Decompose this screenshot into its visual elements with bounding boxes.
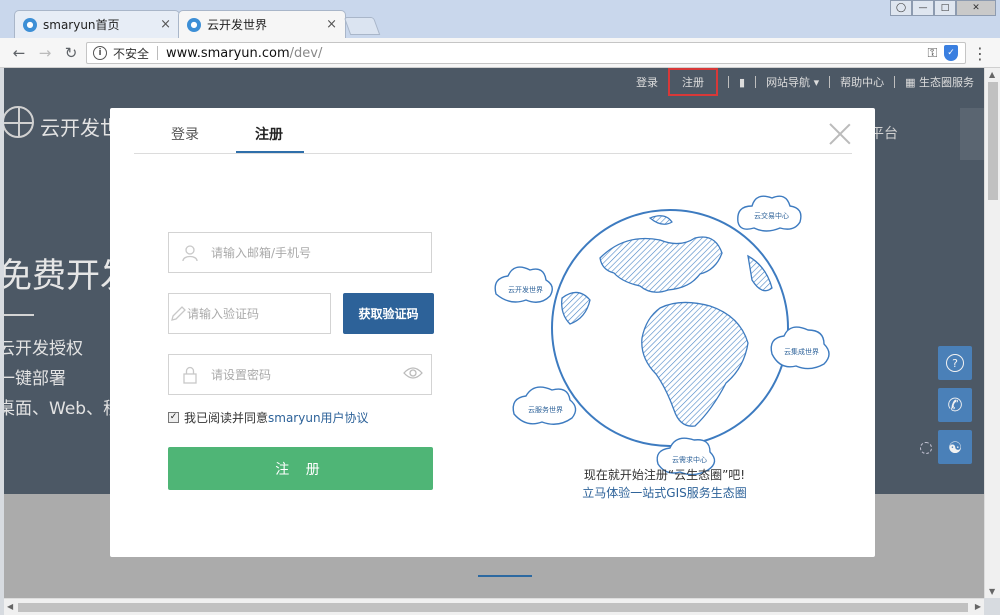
globe-label: 云开发世界	[508, 285, 543, 294]
vertical-scrollbar[interactable]: ▲ ▼	[984, 68, 1000, 598]
tab-register[interactable]: 注册	[255, 124, 283, 144]
agreement-link[interactable]: smaryun用户协议	[268, 409, 369, 426]
scroll-left-icon[interactable]: ◀	[7, 602, 13, 611]
address-bar[interactable]: i 不安全 www.smaryun.com/dev/ ⚿ ☆	[86, 42, 966, 64]
globe-favicon-icon: ●	[187, 17, 201, 32]
tab-smaryun-home[interactable]: ● smaryun首页 ×	[14, 10, 180, 38]
minimize-icon[interactable]: —	[912, 0, 934, 16]
forward-arrow-icon[interactable]: →	[36, 44, 54, 62]
close-tab-icon[interactable]: ×	[326, 17, 337, 32]
pencil-icon	[169, 305, 187, 323]
scroll-up-icon[interactable]: ▲	[989, 70, 995, 79]
get-code-button[interactable]: 获取验证码	[343, 293, 434, 334]
tab-login[interactable]: 登录	[171, 124, 199, 144]
info-icon[interactable]: i	[93, 46, 107, 60]
tab-label: smaryun首页	[43, 18, 120, 32]
browser-menu-icon[interactable]: ⋮	[972, 44, 988, 63]
url-host: www.smaryun.com	[166, 45, 290, 61]
browser-toolbar: ← → ↻ i 不安全 www.smaryun.com/dev/ ⚿ ☆ ✓ ⋮	[0, 38, 1000, 68]
tab-dev-world[interactable]: ● 云开发世界 ×	[178, 10, 346, 38]
page-viewport: 登录 注册 ▮ 网站导航 ▾ 帮助中心 ▦ 生态圈服务 云开发世 平台 免费开发…	[4, 68, 984, 598]
password-field	[168, 354, 432, 395]
password-input[interactable]	[211, 356, 395, 393]
back-arrow-icon[interactable]: ←	[10, 44, 28, 62]
agreement-checkbox[interactable]: ✓	[168, 412, 179, 423]
close-icon[interactable]	[828, 122, 852, 146]
active-tab-indicator	[236, 151, 304, 153]
key-icon[interactable]: ⚿	[927, 46, 937, 61]
globe-label: 云集成世界	[784, 347, 819, 356]
restore-icon[interactable]: □	[934, 0, 956, 16]
reload-icon[interactable]: ↻	[62, 44, 80, 62]
close-tab-icon[interactable]: ×	[160, 17, 171, 32]
code-field	[168, 293, 337, 334]
new-tab-button[interactable]	[343, 17, 381, 35]
eye-icon[interactable]	[395, 365, 431, 384]
globe-label: 云交易中心	[754, 211, 789, 220]
vertical-scroll-thumb[interactable]	[988, 82, 998, 200]
lock-icon	[169, 366, 211, 384]
globe-label: 云需求中心	[672, 455, 707, 464]
register-modal: 登录 注册 获取验证码 ✓	[110, 108, 875, 557]
globe-label: 云服务世界	[528, 405, 563, 414]
shield-extension-icon[interactable]: ✓	[944, 45, 958, 61]
scroll-down-icon[interactable]: ▼	[989, 587, 995, 596]
horizontal-scroll-thumb[interactable]	[18, 603, 968, 612]
horizontal-scrollbar[interactable]: ◀ ▶	[4, 598, 984, 615]
promo-link[interactable]: 立马体验一站式GIS服务生态圈	[492, 484, 837, 501]
email-input[interactable]	[211, 234, 431, 271]
globe-illustration: 云交易中心 云开发世界 云集成世界 云服务世界 云需求中心	[490, 178, 835, 488]
tab-label: 云开发世界	[207, 18, 268, 32]
address-separator	[157, 46, 159, 60]
close-window-icon[interactable]: ✕	[956, 0, 996, 16]
user-icon	[169, 244, 211, 262]
code-input[interactable]	[187, 295, 337, 332]
scroll-right-icon[interactable]: ▶	[975, 602, 981, 611]
url-path: /dev/	[289, 45, 323, 61]
user-icon[interactable]: ◯	[890, 0, 912, 16]
agreement-text: 我已阅读并同意	[184, 411, 269, 425]
window-controls: ◯ — □ ✕	[890, 0, 996, 16]
security-label: 不安全	[113, 46, 150, 61]
tabs-divider	[134, 153, 852, 154]
register-submit-button[interactable]: 注 册	[168, 447, 433, 490]
tab-strip: ● smaryun首页 × ● 云开发世界 × ◯ — □ ✕	[0, 0, 1000, 38]
agreement-row: ✓ 我已阅读并同意 smaryun用户协议	[168, 409, 369, 426]
globe-favicon-icon: ●	[23, 17, 37, 32]
promo-text: 现在就开始注册“云生态圈”吧!	[583, 468, 746, 482]
email-field	[168, 232, 432, 273]
